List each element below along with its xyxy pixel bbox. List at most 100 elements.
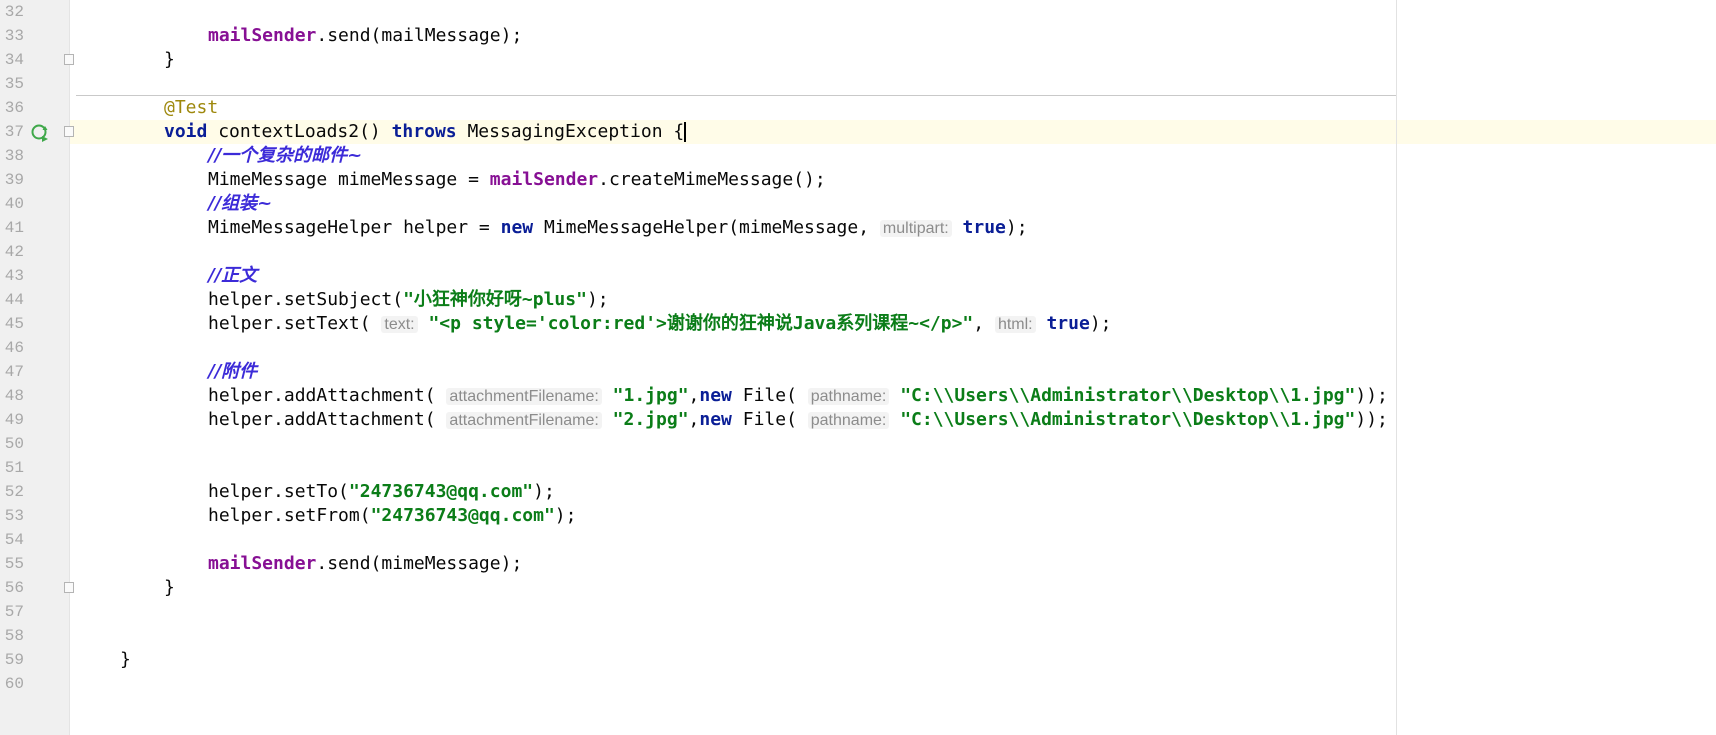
code-text: @Test xyxy=(164,96,218,120)
line-number: 37 xyxy=(4,123,24,141)
string-token: "C:\\Users\\Administrator\\Desktop\\1.jp… xyxy=(900,409,1356,430)
code-text: MimeMessageHelper helper = new MimeMessa… xyxy=(208,216,1028,241)
code-line[interactable]: 49 helper.addAttachment( attachmentFilena… xyxy=(0,408,1716,432)
string-token: "2.jpg" xyxy=(612,409,689,430)
code-line[interactable]: 53 helper.setFrom("24736743@qq.com"); xyxy=(0,504,1716,528)
code-line[interactable]: 59} xyxy=(0,648,1716,672)
comment-token: //一个复杂的邮件~ xyxy=(208,145,363,166)
line-number: 41 xyxy=(4,219,24,237)
keyword-token: new xyxy=(699,385,732,406)
line-number: 51 xyxy=(4,459,24,477)
line-number: 46 xyxy=(4,339,24,357)
code-token: MimeMessage mimeMessage = xyxy=(208,169,490,190)
parameter-hint: html: xyxy=(994,316,1036,333)
code-line[interactable]: 40 //组装~ xyxy=(0,192,1716,216)
code-line[interactable]: 43 //正文 xyxy=(0,264,1716,288)
code-token: helper.setSubject( xyxy=(208,289,404,310)
code-line[interactable]: 57 xyxy=(0,600,1716,624)
code-line[interactable]: 32 xyxy=(0,0,1716,24)
code-line[interactable]: 56} xyxy=(0,576,1716,600)
line-number: 53 xyxy=(4,507,24,525)
keyword-token: throws xyxy=(391,121,457,142)
code-line[interactable]: 42 xyxy=(0,240,1716,264)
code-token: ); xyxy=(586,289,609,310)
code-line[interactable]: 45 helper.setText( text: "<p style='color… xyxy=(0,312,1716,336)
code-token: ); xyxy=(1005,217,1028,238)
parameter-hint: text: xyxy=(381,316,418,333)
line-number: 36 xyxy=(4,99,24,117)
line-number: 52 xyxy=(4,483,24,501)
string-token: "1.jpg" xyxy=(612,385,689,406)
code-text: void contextLoads2() throws MessagingExc… xyxy=(164,120,687,144)
code-token: contextLoads2() xyxy=(207,121,392,142)
line-number: 32 xyxy=(4,3,24,21)
code-line[interactable]: 46 xyxy=(0,336,1716,360)
code-line[interactable]: 39 MimeMessage mimeMessage = mailSender.c… xyxy=(0,168,1716,192)
code-line[interactable]: 55 mailSender.send(mimeMessage); xyxy=(0,552,1716,576)
code-line[interactable]: 48 helper.addAttachment( attachmentFilena… xyxy=(0,384,1716,408)
annotation-token: @Test xyxy=(164,97,219,118)
comment-token: //正文 xyxy=(208,265,258,286)
code-token: , xyxy=(688,409,700,430)
keyword-token: void xyxy=(164,121,208,142)
code-text: } xyxy=(120,648,131,672)
code-line[interactable]: 34} xyxy=(0,48,1716,72)
code-line[interactable]: 37 void contextLoads2() throws MessagingE… xyxy=(0,120,1716,144)
code-text: helper.setTo("24736743@qq.com"); xyxy=(208,480,555,504)
string-token: "C:\\Users\\Administrator\\Desktop\\1.jp… xyxy=(900,385,1356,406)
code-editor[interactable]: 32 33 mailSender.send(mailMessage); 34} 35 36… xyxy=(0,0,1716,735)
code-text: MimeMessage mimeMessage = mailSender.cre… xyxy=(208,168,826,192)
code-line[interactable]: 54 xyxy=(0,528,1716,552)
code-text: //一个复杂的邮件~ xyxy=(208,144,362,168)
code-line[interactable]: 36 @Test xyxy=(0,96,1716,120)
code-line[interactable]: 60 xyxy=(0,672,1716,696)
code-line[interactable]: 41 MimeMessageHelper helper = new MimeMes… xyxy=(0,216,1716,240)
field-token: mailSender xyxy=(489,169,599,190)
code-token: )); xyxy=(1355,409,1388,430)
line-number: 45 xyxy=(4,315,24,333)
code-text: helper.setText( text: "<p style='color:r… xyxy=(208,312,1112,337)
code-text: } xyxy=(164,576,175,600)
code-text: mailSender.send(mimeMessage); xyxy=(208,552,522,576)
code-token: } xyxy=(164,577,175,598)
code-token: .send(mimeMessage); xyxy=(316,553,523,574)
keyword-token: true xyxy=(1046,313,1090,334)
string-token: "小狂神你好呀~plus" xyxy=(403,289,587,310)
code-token: MimeMessageHelper helper = xyxy=(208,217,501,238)
code-line[interactable]: 33 mailSender.send(mailMessage); xyxy=(0,24,1716,48)
comment-token: //组装~ xyxy=(208,193,273,214)
code-line[interactable]: 50 xyxy=(0,432,1716,456)
line-number: 50 xyxy=(4,435,24,453)
parameter-hint: attachmentFilename: xyxy=(446,388,602,405)
code-token: helper.addAttachment( xyxy=(208,385,447,406)
line-number: 49 xyxy=(4,411,24,429)
code-token: File( xyxy=(731,385,808,406)
keyword-token: true xyxy=(962,217,1006,238)
parameter-hint: pathname: xyxy=(807,388,890,405)
keyword-token: new xyxy=(699,409,732,430)
code-line[interactable]: 51 xyxy=(0,456,1716,480)
line-number: 34 xyxy=(4,51,24,69)
code-text: //正文 xyxy=(208,264,257,288)
code-token: helper.setTo( xyxy=(208,481,349,502)
code-line[interactable]: 47 //附件 xyxy=(0,360,1716,384)
code-line[interactable]: 35 xyxy=(0,72,1716,96)
code-line[interactable]: 58 xyxy=(0,624,1716,648)
line-number: 39 xyxy=(4,171,24,189)
line-number: 43 xyxy=(4,267,24,285)
code-text: //组装~ xyxy=(208,192,272,216)
line-number: 33 xyxy=(4,27,24,45)
code-line[interactable]: 38 //一个复杂的邮件~ xyxy=(0,144,1716,168)
code-token: ); xyxy=(554,505,577,526)
code-token: helper.setText( xyxy=(208,313,382,334)
code-line[interactable]: 52 helper.setTo("24736743@qq.com"); xyxy=(0,480,1716,504)
code-token: } xyxy=(120,649,131,670)
code-text: //附件 xyxy=(208,360,257,384)
code-token: .send(mailMessage); xyxy=(316,25,523,46)
code-line[interactable]: 44 helper.setSubject("小狂神你好呀~plus"); xyxy=(0,288,1716,312)
line-number: 38 xyxy=(4,147,24,165)
comment-token: //附件 xyxy=(208,361,258,382)
